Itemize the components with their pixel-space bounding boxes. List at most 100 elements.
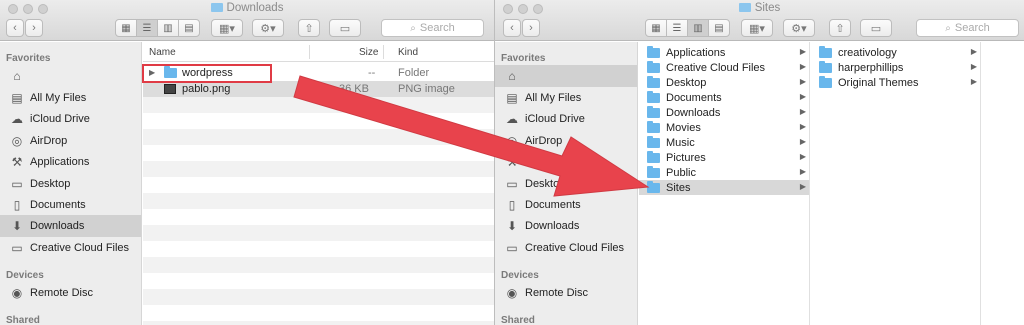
chevron-right-icon: ▶ <box>799 77 806 86</box>
empty-row <box>143 225 494 241</box>
column-header-name[interactable]: Name <box>149 47 176 58</box>
list-icon: ☰ <box>142 22 152 34</box>
sidebar-item-desktop[interactable]: ▭ Desktop <box>495 173 637 195</box>
share-icon: ⇧ <box>304 22 314 35</box>
list-item[interactable]: Downloads ▶ <box>639 105 809 120</box>
chevron-right-icon: ▶ <box>799 122 806 131</box>
list-item[interactable]: Creative Cloud Files ▶ <box>639 60 809 75</box>
home-icon: ⌂ <box>13 69 21 83</box>
airdrop-icon: ◎ <box>11 134 23 148</box>
sidebar-item-documents[interactable]: ▯ Documents <box>495 194 637 216</box>
column-pane-sites: creativology ▶ harperphillips ▶ Original T… <box>811 42 981 325</box>
list-item[interactable]: Documents ▶ <box>639 90 809 105</box>
home-icon: ⌂ <box>508 69 516 83</box>
sidebar-item-remote-disc[interactable]: ◉ Remote Disc <box>0 282 141 304</box>
chevron-right-icon: ▶ <box>970 47 977 56</box>
icon-view-button[interactable]: ▦ <box>645 19 667 37</box>
share-button[interactable]: ⇧ <box>298 19 320 37</box>
search-field[interactable]: ⌕ Search <box>916 19 1019 37</box>
sidebar-section-devices: Devices <box>501 270 539 281</box>
sidebar-item-downloads[interactable]: ⬇ Downloads <box>0 215 141 237</box>
sidebar-section-shared: Shared <box>6 315 40 325</box>
sidebar-item-airdrop[interactable]: ◎ AirDrop <box>0 130 141 152</box>
sidebar-item-airdrop[interactable]: ◎ AirDrop <box>495 130 637 152</box>
column-header-kind[interactable]: Kind <box>398 47 418 58</box>
list-view-button[interactable]: ☰ <box>136 19 158 37</box>
columns-icon: ▥ <box>693 22 703 34</box>
list-item[interactable]: harperphillips ▶ <box>811 60 980 75</box>
forward-button[interactable]: › <box>25 19 43 37</box>
action-button[interactable]: ⚙▾ <box>783 19 815 37</box>
table-row[interactable]: pablo.png 36 KB PNG image <box>143 81 494 97</box>
folder-icon <box>738 3 751 12</box>
folder-icon: ▭ <box>11 241 23 255</box>
folder-icon <box>647 150 660 163</box>
sidebar-item-all-my-files[interactable]: ▤ All My Files <box>0 87 141 109</box>
forward-button[interactable]: › <box>522 19 540 37</box>
sidebar: Favorites ⌂ ▤ All My Files ☁ iCloud Drive … <box>495 42 638 325</box>
tag-icon: ▭ <box>870 22 882 35</box>
column-view-button[interactable]: ▥ <box>157 19 179 37</box>
finder-window-downloads: Downloads ‹ › ▦ ☰ ▥ ▤ ▦▾ ⚙▾ ⇧ ▭ ⌕ Search … <box>0 0 494 325</box>
back-button[interactable]: ‹ <box>6 19 24 37</box>
sidebar-item-all-my-files[interactable]: ▤ All My Files <box>495 87 637 109</box>
gear-icon: ⚙▾ <box>791 22 807 35</box>
cover-flow-button[interactable]: ▤ <box>708 19 730 37</box>
gear-icon: ⚙▾ <box>260 22 276 35</box>
chevron-right-icon: ▶ <box>799 47 806 56</box>
view-switcher: ▦ ☰ ▥ ▤ <box>645 19 730 37</box>
sidebar-item-home[interactable]: ⌂ <box>495 65 637 87</box>
cover-flow-button[interactable]: ▤ <box>178 19 200 37</box>
list-item[interactable]: Desktop ▶ <box>639 75 809 90</box>
column-header-size[interactable]: Size <box>359 47 378 58</box>
list-item[interactable]: Movies ▶ <box>639 120 809 135</box>
list-view-button[interactable]: ☰ <box>666 19 688 37</box>
folder-icon <box>647 90 660 103</box>
list-item[interactable]: Applications ▶ <box>639 45 809 60</box>
sidebar-item-desktop[interactable]: ▭ Desktop <box>0 173 141 195</box>
list-item[interactable]: Music ▶ <box>639 135 809 150</box>
folder-icon <box>647 180 660 193</box>
airdrop-icon: ◎ <box>506 134 518 148</box>
empty-row <box>143 193 494 209</box>
list-item[interactable]: Original Themes ▶ <box>811 75 980 90</box>
arrange-button[interactable]: ▦▾ <box>211 19 243 37</box>
file-name: pablo.png <box>182 83 231 95</box>
folder-icon <box>647 60 660 73</box>
edit-tags-button[interactable]: ▭ <box>860 19 892 37</box>
sidebar-item-documents[interactable]: ▯ Documents <box>0 194 141 216</box>
edit-tags-button[interactable]: ▭ <box>329 19 361 37</box>
search-field[interactable]: ⌕ Search <box>381 19 484 37</box>
chevron-right-icon: ▶ <box>799 107 806 116</box>
share-button[interactable]: ⇧ <box>829 19 851 37</box>
sidebar-item-applications[interactable]: ⚒ Applications <box>495 151 637 173</box>
column-divider <box>309 45 310 59</box>
action-button[interactable]: ⚙▾ <box>252 19 284 37</box>
sidebar-item-creative-cloud-files[interactable]: ▭ Creative Cloud Files <box>0 237 141 259</box>
sidebar-item-icloud-drive[interactable]: ☁ iCloud Drive <box>495 108 637 130</box>
back-button[interactable]: ‹ <box>503 19 521 37</box>
list-item[interactable]: Pictures ▶ <box>639 150 809 165</box>
sidebar-item-icloud-drive[interactable]: ☁ iCloud Drive <box>0 108 141 130</box>
window-title: Sites <box>495 2 1024 14</box>
folder-icon <box>647 165 660 178</box>
cover-flow-icon: ▤ <box>184 22 194 34</box>
sidebar-item-applications[interactable]: ⚒ Applications <box>0 151 141 173</box>
list-item[interactable]: Sites ▶ <box>639 180 809 195</box>
sidebar-item-home[interactable]: ⌂ <box>0 65 141 87</box>
icon-view-button[interactable]: ▦ <box>115 19 137 37</box>
chevron-right-icon: › <box>32 22 36 34</box>
sidebar-item-remote-disc[interactable]: ◉ Remote Disc <box>495 282 637 304</box>
list-item[interactable]: creativology ▶ <box>811 45 980 60</box>
folder-icon <box>210 3 223 12</box>
chevron-right-icon: ▶ <box>970 62 977 71</box>
chevron-right-icon: ▶ <box>799 167 806 176</box>
column-view-button[interactable]: ▥ <box>687 19 709 37</box>
finder-window-sites: Sites ‹ › ▦ ☰ ▥ ▤ ▦▾ ⚙▾ ⇧ ▭ ⌕ Search Favo… <box>494 0 1024 325</box>
image-file-icon <box>164 84 176 97</box>
sidebar-item-downloads[interactable]: ⬇ Downloads <box>495 215 637 237</box>
sidebar-item-creative-cloud-files[interactable]: ▭ Creative Cloud Files <box>495 237 637 259</box>
folder-icon <box>647 120 660 133</box>
list-item[interactable]: Public ▶ <box>639 165 809 180</box>
arrange-button[interactable]: ▦▾ <box>741 19 773 37</box>
